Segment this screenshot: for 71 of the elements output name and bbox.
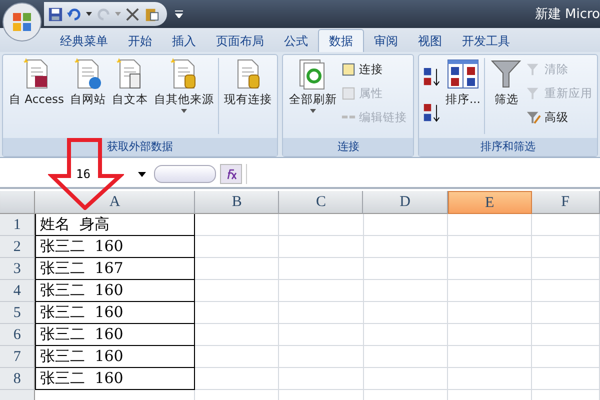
row-header[interactable]: 7 bbox=[0, 346, 36, 368]
caret-icon[interactable] bbox=[86, 12, 92, 16]
ribbon-button[interactable]: 自其他来源 bbox=[152, 58, 216, 134]
table-cell-text: 张三二 160 bbox=[39, 236, 124, 257]
table-cell bbox=[532, 280, 600, 302]
window-title: 新建 Micro bbox=[534, 6, 600, 23]
sort-descending-icon[interactable] bbox=[423, 102, 442, 124]
table-cell-text: 姓名 身高 bbox=[39, 214, 110, 235]
row-header[interactable]: 1 bbox=[0, 214, 36, 236]
ribbon-tab[interactable]: 开发工具 bbox=[452, 30, 520, 52]
ribbon-tab[interactable]: 视图 bbox=[408, 30, 452, 52]
ribbon-tab[interactable]: 公式 bbox=[274, 30, 318, 52]
insert-function-icon[interactable] bbox=[220, 164, 242, 184]
ribbon-tab[interactable]: 经典菜单 bbox=[50, 30, 118, 52]
ribbon-button[interactable]: 连接 bbox=[341, 58, 384, 80]
table-cell-text: 张三二 160 bbox=[39, 280, 124, 301]
table-cell bbox=[532, 324, 600, 346]
ribbon-button[interactable]: 自网站 bbox=[68, 58, 108, 134]
group-label: 连接 bbox=[283, 138, 414, 156]
table-cell-text: 张三二 160 bbox=[39, 346, 124, 367]
ribbon-button[interactable]: 现有连接 bbox=[218, 58, 274, 134]
ribbon-button[interactable]: 自文本 bbox=[110, 58, 150, 134]
column-header[interactable]: D bbox=[363, 191, 448, 214]
table-cell bbox=[532, 236, 600, 258]
ribbon-tab[interactable]: 插入 bbox=[162, 30, 206, 52]
dropdown-arrow-icon[interactable] bbox=[138, 172, 146, 176]
undo-icon[interactable] bbox=[67, 6, 82, 22]
customize-icon[interactable] bbox=[175, 10, 183, 18]
ribbon-button[interactable]: 筛选 bbox=[484, 58, 524, 134]
row-header[interactable]: 4 bbox=[0, 280, 36, 302]
ribbon-tab[interactable]: 页面布局 bbox=[206, 30, 274, 52]
redo-icon bbox=[96, 6, 111, 22]
row-header[interactable]: 3 bbox=[0, 258, 36, 280]
table-cell bbox=[532, 346, 600, 368]
row-header[interactable]: 6 bbox=[0, 324, 36, 346]
ribbon-button[interactable]: 高级 bbox=[526, 106, 568, 128]
row-header[interactable]: 2 bbox=[0, 236, 36, 258]
sort-ascending-icon[interactable] bbox=[423, 66, 442, 88]
column-header[interactable]: F bbox=[532, 191, 600, 214]
table-cell bbox=[532, 302, 600, 324]
column-header[interactable]: B bbox=[195, 191, 280, 214]
column-header[interactable]: C bbox=[279, 191, 364, 214]
ribbon-button[interactable]: 自 Access bbox=[7, 58, 66, 134]
sort-icon bbox=[446, 58, 479, 90]
column-header[interactable]: A bbox=[35, 191, 196, 214]
ribbon-tab[interactable]: 审阅 bbox=[364, 30, 408, 52]
ribbon-button[interactable]: 排序... bbox=[443, 58, 482, 134]
table-cell-text: 张三二 167 bbox=[39, 258, 124, 279]
save-icon[interactable] bbox=[48, 6, 63, 22]
chain-icon bbox=[341, 114, 356, 120]
table-cell-text: 张三二 160 bbox=[39, 324, 124, 345]
document-icon bbox=[341, 86, 356, 100]
table-cell bbox=[532, 258, 600, 280]
table-cell-text: 张三二 160 bbox=[39, 302, 124, 323]
funnel-icon bbox=[490, 58, 522, 90]
caret-icon bbox=[115, 12, 121, 16]
group-label: 排序和筛选 bbox=[419, 138, 597, 156]
group-label: 获取外部数据 bbox=[3, 138, 278, 156]
funnel-pencil-icon bbox=[526, 110, 542, 124]
table-cell bbox=[532, 368, 600, 390]
name-box[interactable]: 16 bbox=[0, 164, 150, 184]
table-cell-text: 张三二 160 bbox=[39, 368, 124, 389]
ribbon-button[interactable]: 全部刷新 bbox=[287, 58, 340, 134]
ribbon-tab[interactable]: 开始 bbox=[118, 30, 162, 52]
table-cell bbox=[532, 214, 600, 236]
ribbon-tab[interactable]: 数据 bbox=[318, 29, 364, 52]
column-header[interactable]: E bbox=[448, 191, 532, 214]
row-header[interactable]: 5 bbox=[0, 302, 36, 324]
row-header[interactable]: 8 bbox=[0, 368, 36, 390]
document-icon bbox=[341, 62, 356, 76]
clipboard-icon[interactable] bbox=[144, 6, 159, 22]
